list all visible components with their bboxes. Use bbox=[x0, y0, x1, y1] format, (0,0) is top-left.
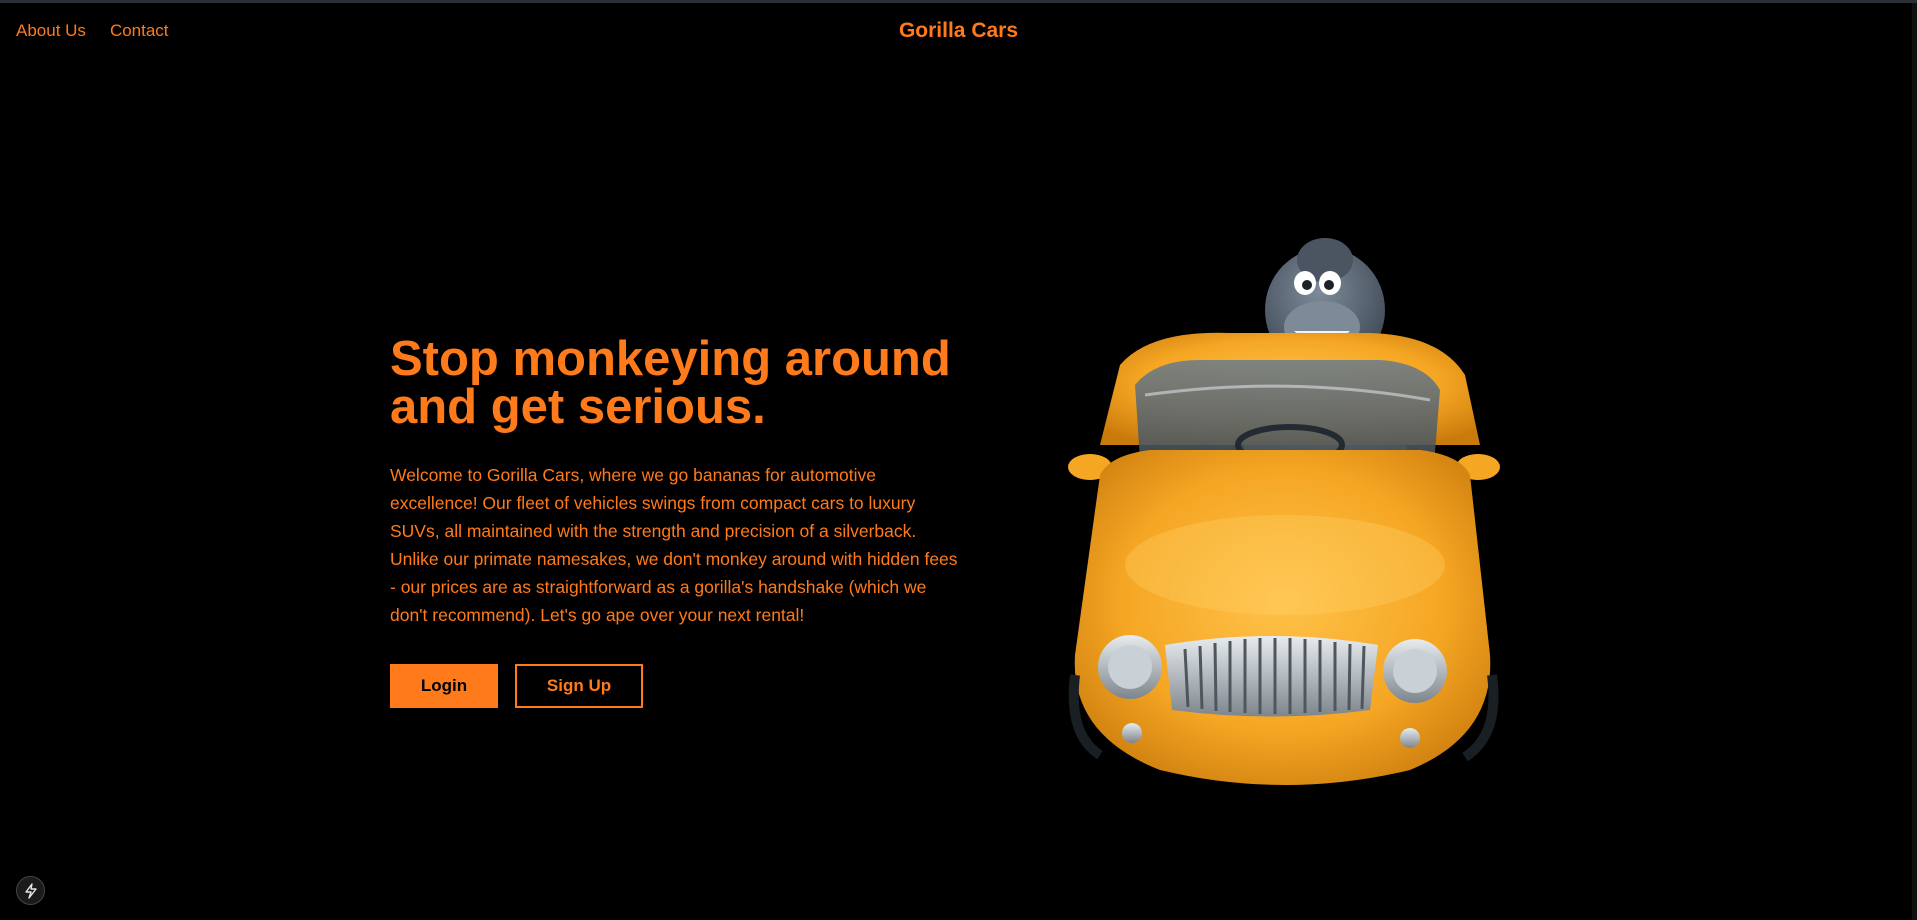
brand-title[interactable]: Gorilla Cars bbox=[0, 19, 1917, 43]
login-button[interactable]: Login bbox=[390, 664, 498, 708]
hero-description: Welcome to Gorilla Cars, where we go ban… bbox=[390, 465, 958, 625]
hero-section: Stop monkeying around and get serious. W… bbox=[390, 335, 970, 708]
signup-button[interactable]: Sign Up bbox=[515, 664, 643, 708]
hero-buttons: Login Sign Up bbox=[390, 664, 970, 708]
lightning-bolt-icon[interactable] bbox=[16, 876, 45, 905]
hero-headline: Stop monkeying around and get serious. bbox=[390, 332, 951, 434]
top-border bbox=[0, 0, 1917, 3]
vertical-scrollbar[interactable] bbox=[1912, 3, 1917, 920]
gorilla-car-image bbox=[1040, 235, 1520, 795]
gorilla-car-illustration bbox=[1068, 238, 1500, 785]
